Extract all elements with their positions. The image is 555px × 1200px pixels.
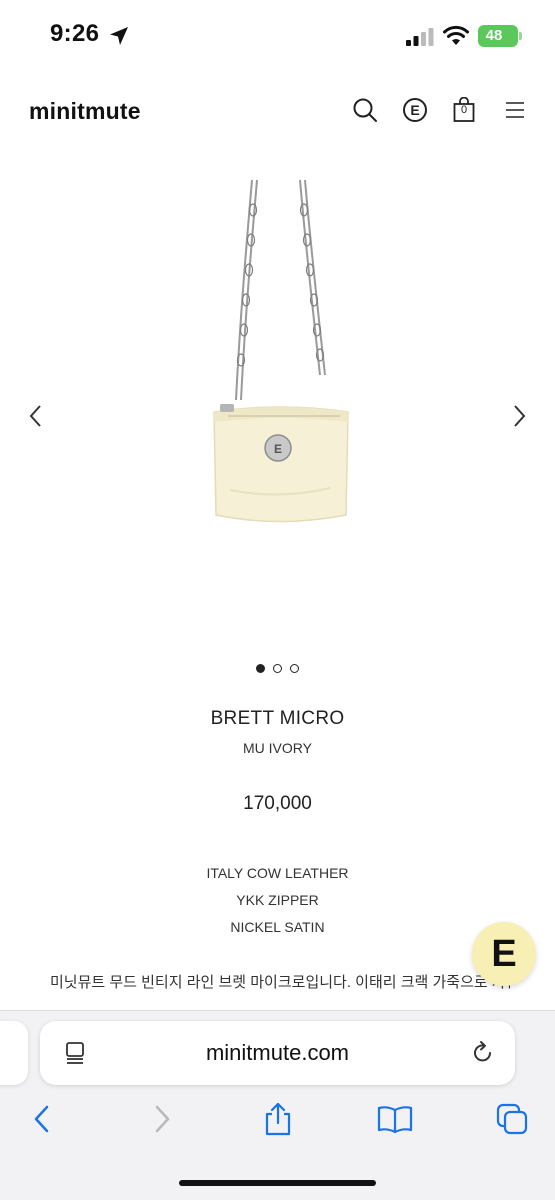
cart-count: 0 (460, 104, 468, 116)
e-circle-icon: E (403, 98, 427, 122)
chat-button[interactable]: E (472, 922, 536, 986)
pagination-dot[interactable] (290, 664, 299, 673)
product-gallery[interactable]: E (0, 160, 555, 650)
product-color: MU IVORY (243, 740, 312, 756)
chevron-left-icon[interactable] (24, 402, 48, 430)
bookmarks-button[interactable] (377, 1101, 413, 1137)
gallery-pagination (0, 664, 555, 678)
url-text: minitmute.com (205, 1040, 350, 1065)
cart-button[interactable]: 0 (450, 96, 478, 124)
product-photo: E (213, 179, 349, 523)
tabs-icon (496, 1103, 528, 1135)
search-icon (353, 98, 377, 122)
share-button[interactable] (260, 1101, 296, 1137)
address-bar[interactable]: minitmute.com (40, 1021, 515, 1085)
forward-button[interactable] (144, 1101, 180, 1137)
product-spec: ITALY COW LEATHER (206, 865, 349, 881)
battery-tip (519, 32, 522, 40)
battery-level: 48 (485, 27, 503, 44)
site-header: minitmute E 0 (0, 80, 555, 140)
site-logo[interactable]: minitmute (29, 98, 141, 125)
svg-text:E: E (274, 442, 282, 456)
bookmarks-icon (377, 1106, 413, 1134)
forward-icon (155, 1105, 170, 1133)
back-button[interactable] (24, 1101, 60, 1137)
search-button[interactable] (351, 96, 379, 124)
pagination-dot[interactable] (256, 664, 265, 673)
status-time: 9:26 (50, 20, 100, 47)
back-icon (34, 1105, 49, 1133)
cellular-signal-icon (406, 28, 434, 46)
e-membership-button[interactable]: E (401, 96, 429, 124)
chat-e-icon: E (491, 933, 517, 975)
reload-icon[interactable] (470, 1040, 496, 1066)
wifi-icon (443, 25, 469, 45)
battery-charging-icon: 48 (478, 25, 522, 47)
tabs-button[interactable] (494, 1101, 530, 1137)
product-name: BRETT MICRO (210, 708, 345, 729)
product-price: 170,000 (243, 793, 312, 814)
product-description: 미닛뮤트 무드 빈티지 라인 브렛 마이크로입니다. 이태리 크랙 가죽으로 자… (50, 974, 510, 991)
share-icon (265, 1102, 291, 1136)
pagination-dot[interactable] (273, 664, 282, 673)
home-indicator (179, 1180, 376, 1186)
safari-bottom-bar: minitmute.com (0, 1010, 555, 1200)
previous-tab-preview[interactable] (0, 1021, 28, 1085)
product-spec: YKK ZIPPER (236, 892, 319, 908)
hamburger-menu-icon (506, 102, 524, 118)
location-arrow-icon (110, 27, 128, 45)
product-spec: NICKEL SATIN (230, 919, 325, 935)
menu-button[interactable] (501, 96, 529, 124)
status-bar: 9:26 48 (0, 0, 555, 72)
chevron-right-icon[interactable] (507, 402, 531, 430)
